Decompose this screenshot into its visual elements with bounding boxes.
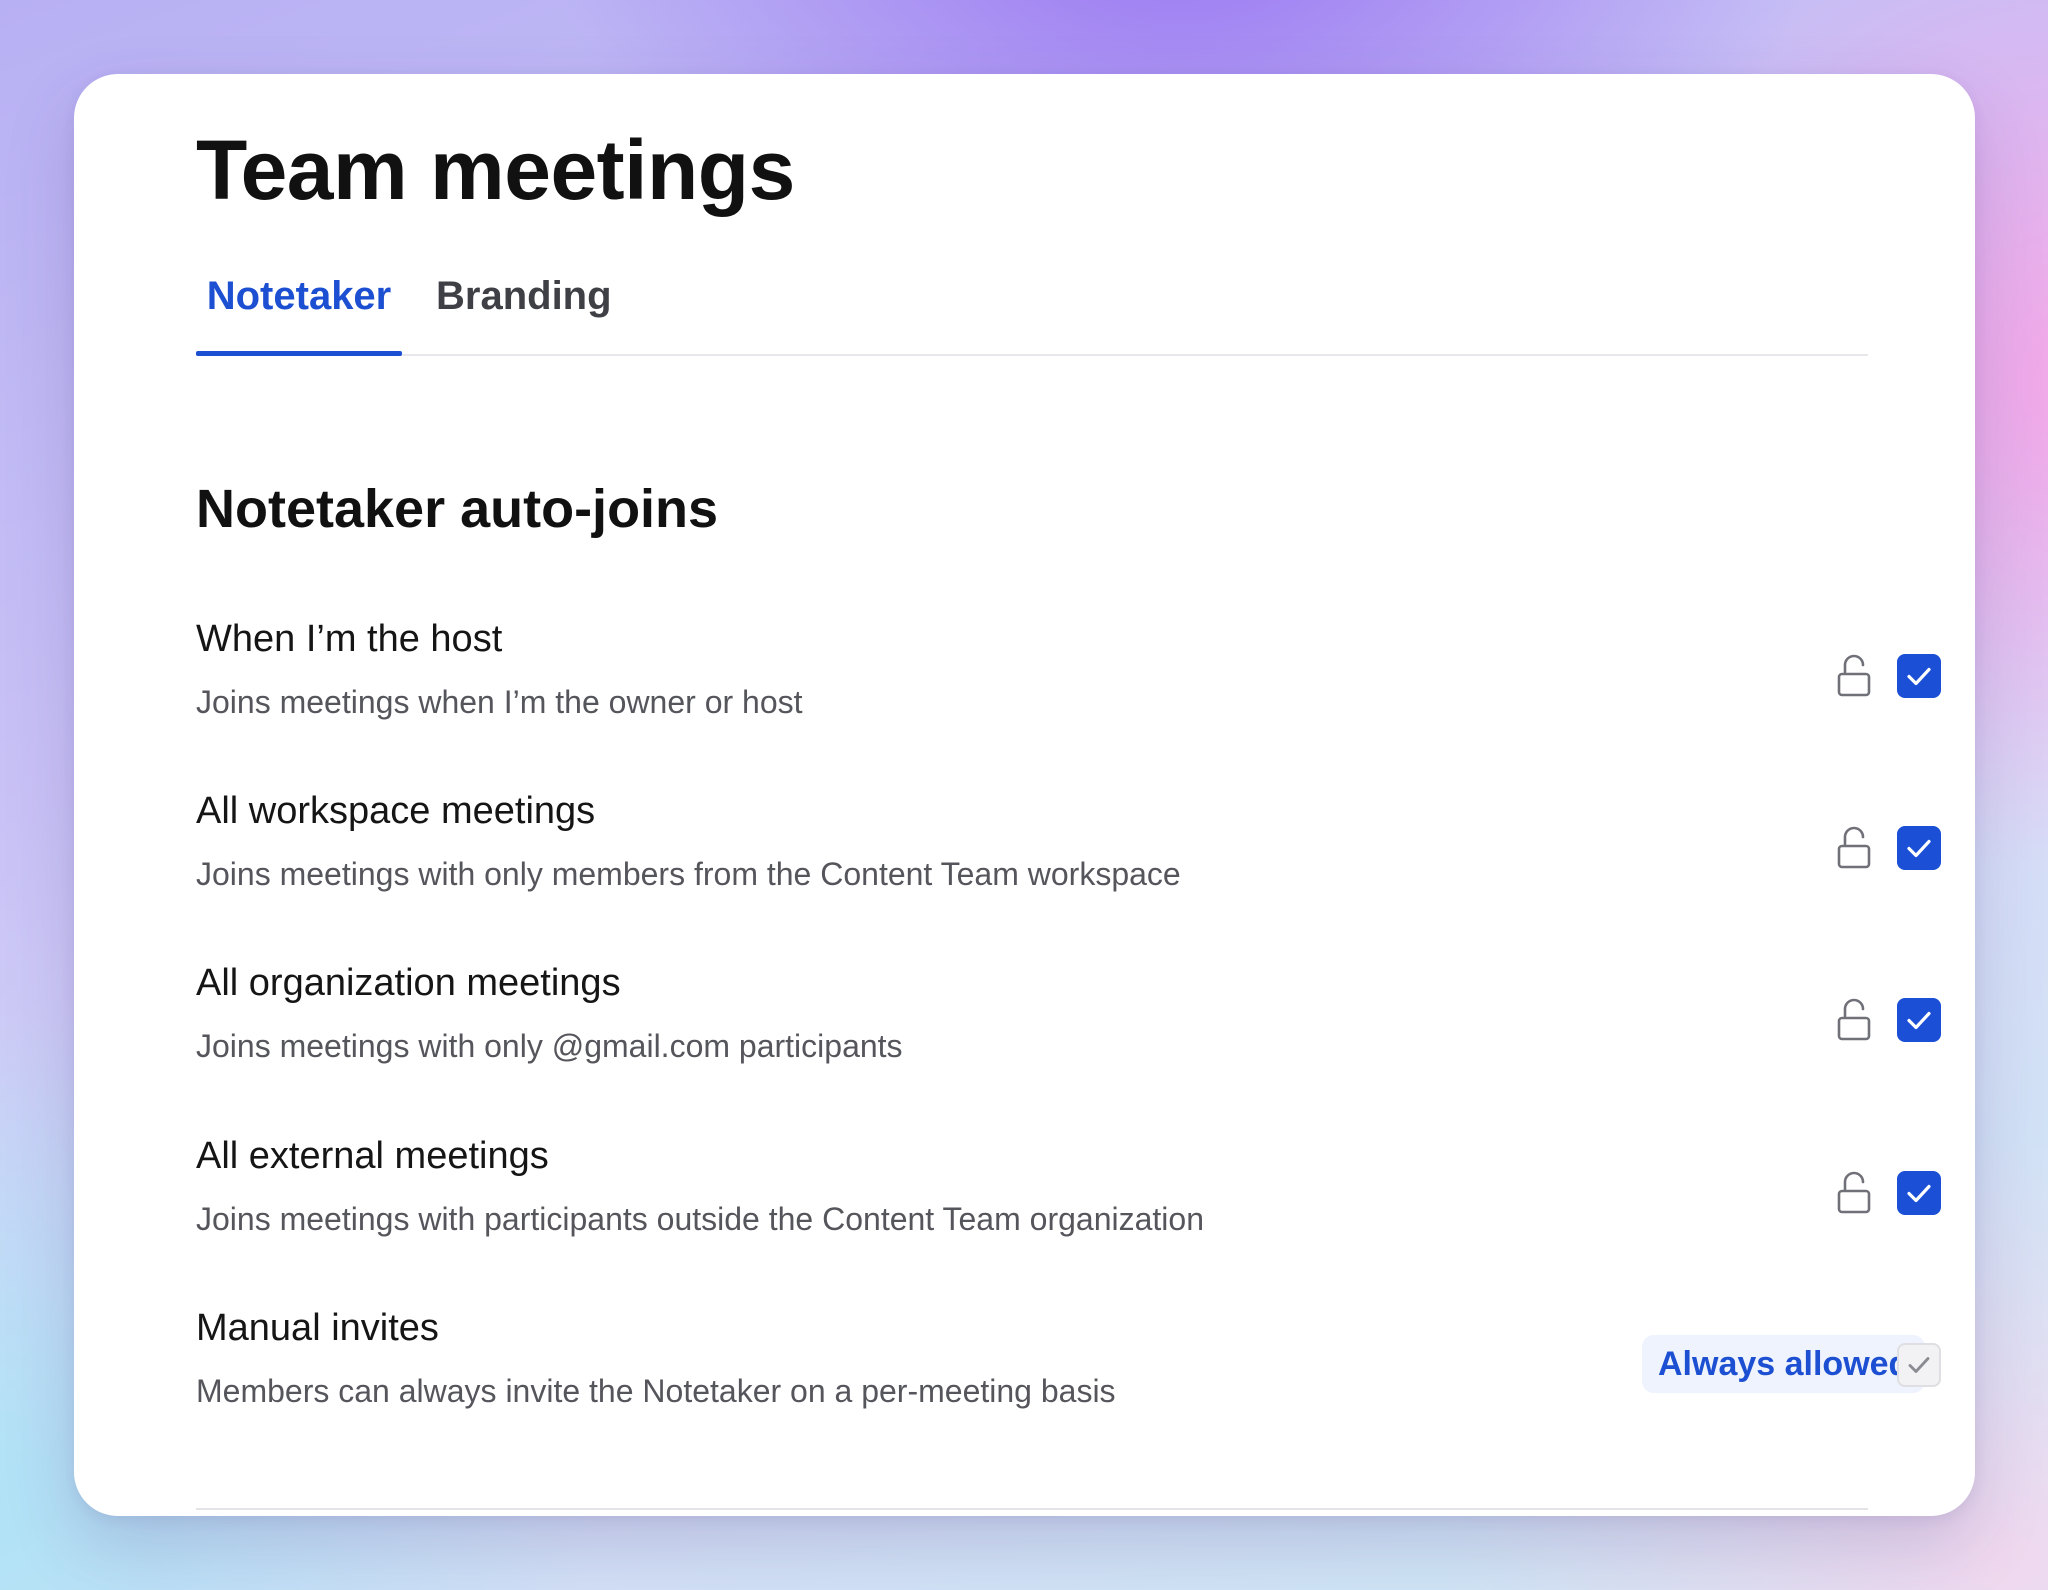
setting-title: When I’m the host: [196, 618, 503, 660]
manual-invites-checkbox: [1897, 1343, 1941, 1387]
organization-checkbox[interactable]: [1897, 998, 1941, 1042]
bottom-divider: [196, 1508, 1868, 1510]
tab-bar: Notetaker Branding: [196, 274, 1868, 356]
setting-row-workspace: All workspace meetings Joins meetings wi…: [196, 790, 1941, 910]
workspace-checkbox[interactable]: [1897, 826, 1941, 870]
setting-row-manual-invites: Manual invites Members can always invite…: [196, 1307, 1941, 1427]
setting-row-external: All external meetings Joins meetings wit…: [196, 1135, 1941, 1255]
setting-row-organization: All organization meetings Joins meetings…: [196, 962, 1941, 1082]
setting-row-host: When I’m the host Joins meetings when I’…: [196, 618, 1941, 738]
unlock-icon[interactable]: [1834, 996, 1874, 1042]
host-checkbox[interactable]: [1897, 654, 1941, 698]
unlock-icon[interactable]: [1834, 1169, 1874, 1215]
setting-title: All organization meetings: [196, 962, 621, 1004]
page-title: Team meetings: [196, 123, 795, 217]
setting-description: Joins meetings with participants outside…: [196, 1201, 1204, 1237]
setting-description: Joins meetings when I’m the owner or hos…: [196, 684, 803, 720]
tab-notetaker[interactable]: Notetaker: [196, 274, 402, 356]
setting-description: Joins meetings with only members from th…: [196, 856, 1181, 892]
setting-title: Manual invites: [196, 1307, 439, 1349]
setting-title: All workspace meetings: [196, 790, 596, 832]
section-title: Notetaker auto-joins: [196, 479, 719, 539]
unlock-icon[interactable]: [1834, 652, 1874, 698]
setting-description: Members can always invite the Notetaker …: [196, 1373, 1116, 1409]
always-allowed-badge: Always allowed: [1642, 1335, 1926, 1393]
setting-title: All external meetings: [196, 1135, 549, 1177]
settings-card: Team meetings Notetaker Branding Notetak…: [74, 74, 1975, 1516]
external-checkbox[interactable]: [1897, 1171, 1941, 1215]
setting-description: Joins meetings with only @gmail.com part…: [196, 1028, 903, 1064]
tab-branding[interactable]: Branding: [436, 274, 612, 354]
unlock-icon[interactable]: [1834, 824, 1874, 870]
